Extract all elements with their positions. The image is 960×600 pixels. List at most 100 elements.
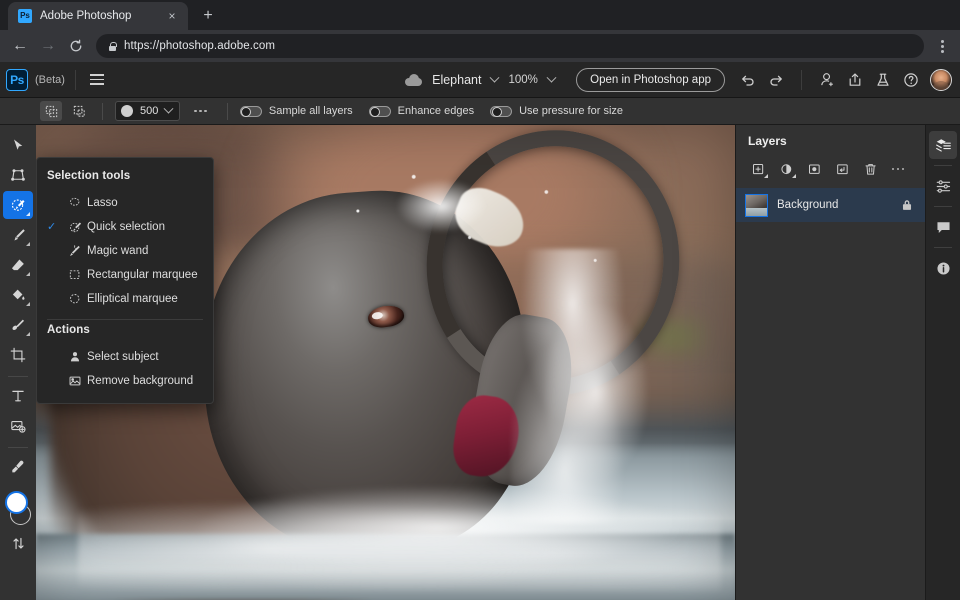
eraser-tool[interactable] <box>3 251 33 279</box>
adjustment-layer-button[interactable] <box>772 158 800 180</box>
flyout-action-select-subject[interactable]: Select subject <box>37 345 213 369</box>
divider <box>74 69 76 90</box>
swap-colors-icon[interactable] <box>3 529 33 557</box>
app-menu-icon[interactable] <box>86 69 108 91</box>
toggle-enhance-edges[interactable]: Enhance edges <box>368 105 474 117</box>
cloud-document-icon <box>405 74 423 86</box>
undo-icon[interactable] <box>735 67 761 93</box>
browser-menu-icon[interactable] <box>930 32 954 60</box>
open-in-photoshop-app-button[interactable]: Open in Photoshop app <box>576 67 725 92</box>
lock-icon[interactable] <box>900 198 914 212</box>
toggle-switch[interactable] <box>368 105 391 117</box>
layers-panel-toolbar <box>736 156 925 188</box>
toggle-sample-all-layers[interactable]: Sample all layers <box>239 105 353 117</box>
clipping-mask-button[interactable] <box>828 158 856 180</box>
app-body: Selection tools Lasso ✓ Quick selection … <box>0 125 960 600</box>
water-droplets <box>315 153 666 344</box>
info-panel-toggle[interactable] <box>929 254 957 282</box>
color-swatches[interactable] <box>3 489 33 529</box>
divider <box>102 102 103 120</box>
add-to-selection-icon[interactable] <box>40 101 62 121</box>
crop-tool[interactable] <box>3 341 33 369</box>
subtract-from-selection-icon[interactable] <box>68 101 90 121</box>
chevron-down-icon[interactable] <box>546 72 557 83</box>
redo-icon[interactable] <box>763 67 789 93</box>
toggle-label: Sample all layers <box>268 105 353 117</box>
toggle-use-pressure-for-size[interactable]: Use pressure for size <box>490 105 623 117</box>
flyout-item-quick-selection[interactable]: ✓ Quick selection <box>37 215 213 239</box>
app-header: Ps (Beta) Elephant 100% Open in Photosho… <box>0 62 960 98</box>
flyout-item-elliptical-marquee[interactable]: Elliptical marquee <box>37 287 213 311</box>
type-tool[interactable] <box>3 382 33 410</box>
reload-icon[interactable] <box>62 32 90 60</box>
water-splash <box>77 486 722 591</box>
invite-people-icon[interactable] <box>814 67 840 93</box>
toggle-label: Use pressure for size <box>519 105 624 117</box>
layers-panel-toggle[interactable] <box>929 131 957 159</box>
quick-selection-tool[interactable] <box>3 191 33 219</box>
layer-name: Background <box>777 199 839 211</box>
photoshop-logo-icon: Ps <box>6 68 28 91</box>
layer-row-background[interactable]: Background <box>736 188 925 222</box>
brush-preview-icon <box>121 105 133 117</box>
divider <box>934 165 952 166</box>
divider <box>47 319 203 320</box>
flyout-section-title: Actions <box>47 324 90 336</box>
delete-layer-button[interactable] <box>856 158 884 180</box>
more-options-button[interactable] <box>884 158 912 180</box>
browser-tab-title: Adobe Photoshop <box>40 10 132 22</box>
more-options-icon[interactable] <box>186 109 215 113</box>
brush-tool[interactable] <box>3 221 33 249</box>
foreground-color-swatch[interactable] <box>5 491 28 514</box>
right-rail <box>925 125 960 600</box>
browser-tabstrip: Ps Adobe Photoshop × + <box>0 0 960 30</box>
comments-panel-toggle[interactable] <box>929 213 957 241</box>
flyout-action-label: Remove background <box>87 375 194 387</box>
back-icon[interactable]: ← <box>6 32 34 60</box>
browser-chrome: Ps Adobe Photoshop × + ← → https://photo… <box>0 0 960 62</box>
select-subject-icon <box>63 350 87 364</box>
help-icon[interactable] <box>898 67 924 93</box>
magic-wand-icon <box>63 244 87 258</box>
divider <box>8 376 28 377</box>
paint-bucket-tool[interactable] <box>3 281 33 309</box>
chevron-down-icon[interactable] <box>490 72 500 83</box>
selection-tools-flyout: Selection tools Lasso ✓ Quick selection … <box>36 157 214 404</box>
add-image-tool[interactable] <box>3 412 33 440</box>
chevron-down-icon[interactable] <box>163 103 174 114</box>
properties-panel-toggle[interactable] <box>929 172 957 200</box>
flyout-item-lasso[interactable]: Lasso <box>37 191 213 215</box>
flyout-item-rectangular-marquee[interactable]: Rectangular marquee <box>37 263 213 287</box>
flyout-item-label: Lasso <box>87 197 118 209</box>
share-icon[interactable] <box>842 67 868 93</box>
flyout-item-magic-wand[interactable]: Magic wand <box>37 239 213 263</box>
eyedropper-tool[interactable] <box>3 453 33 481</box>
new-tab-button[interactable]: + <box>194 2 222 30</box>
toggle-switch[interactable] <box>239 105 262 117</box>
tools-sidebar <box>0 125 36 600</box>
divider <box>226 102 228 120</box>
canvas-area[interactable]: Selection tools Lasso ✓ Quick selection … <box>36 125 735 600</box>
flyout-action-remove-background[interactable]: Remove background <box>37 369 213 393</box>
add-layer-button[interactable] <box>744 158 772 180</box>
divider <box>934 247 952 248</box>
address-bar-url: https://photoshop.adobe.com <box>124 40 276 52</box>
healing-brush-tool[interactable] <box>3 311 33 339</box>
check-icon: ✓ <box>47 220 57 233</box>
move-tool[interactable] <box>3 131 33 159</box>
transform-tool[interactable] <box>3 161 33 189</box>
photoshop-app: Ps (Beta) Elephant 100% Open in Photosho… <box>0 62 960 600</box>
divider <box>8 447 28 448</box>
browser-tab[interactable]: Ps Adobe Photoshop × <box>8 2 188 30</box>
address-bar[interactable]: https://photoshop.adobe.com <box>96 34 924 58</box>
brush-size-control[interactable]: 500 <box>115 101 181 121</box>
close-icon[interactable]: × <box>164 8 180 24</box>
beta-label: (Beta) <box>35 73 65 86</box>
elliptical-marquee-icon <box>63 292 87 306</box>
toggle-switch[interactable] <box>490 105 513 117</box>
forward-icon[interactable]: → <box>34 32 62 60</box>
avatar[interactable] <box>930 68 952 91</box>
header-actions: Open in Photoshop app <box>576 67 952 93</box>
beta-flask-icon[interactable] <box>870 67 896 93</box>
layer-mask-button[interactable] <box>800 158 828 180</box>
